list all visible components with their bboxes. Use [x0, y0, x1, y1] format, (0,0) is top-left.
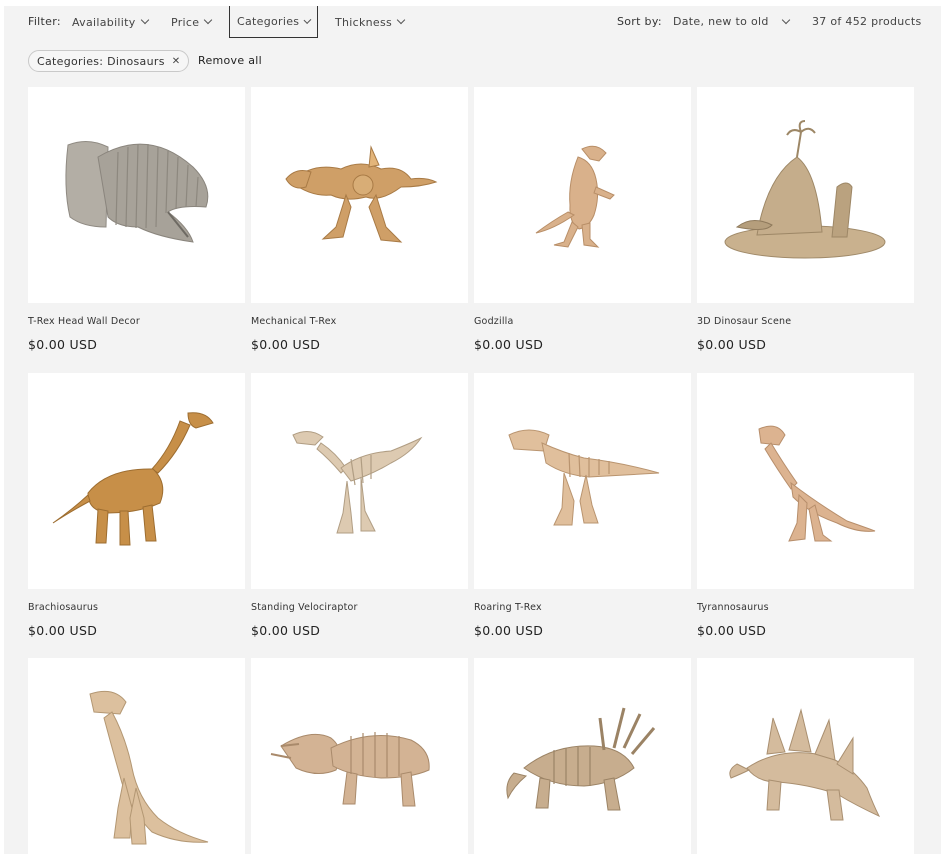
product-card[interactable]: Tyrannosaurus $0.00 USD: [697, 373, 914, 638]
product-price: $0.00 USD: [697, 623, 767, 638]
active-facet-label: Categories: Dinosaurs: [37, 54, 165, 68]
chevron-down-icon: [396, 15, 406, 25]
chevron-down-icon: [204, 15, 213, 25]
velociraptor-skeleton-image: [292, 431, 423, 534]
filter-availability-label: Availability: [72, 15, 136, 29]
product-title[interactable]: Mechanical T-Rex: [251, 316, 337, 327]
remove-all-link[interactable]: Remove all: [198, 54, 262, 67]
collection-page: Filter: Availability Price Categories Th…: [4, 6, 941, 854]
filter-price-button[interactable]: Price: [171, 6, 213, 38]
product-card[interactable]: Mechanical T-Rex $0.00 USD: [251, 87, 468, 352]
product-image[interactable]: [697, 373, 914, 589]
chevron-down-icon: [781, 15, 791, 25]
stegosaurus-skeleton-image: [729, 708, 881, 821]
product-image[interactable]: [28, 658, 245, 854]
filter-categories-button[interactable]: Categories: [229, 6, 318, 38]
sort-label: Sort by:: [617, 15, 662, 28]
product-image[interactable]: [697, 87, 914, 303]
chevron-down-icon: [140, 15, 149, 25]
product-price: $0.00 USD: [697, 337, 767, 352]
product-card[interactable]: [28, 658, 245, 854]
filter-price-label: Price: [171, 15, 200, 29]
filter-thickness-button[interactable]: Thickness: [335, 6, 406, 38]
product-price: $0.00 USD: [28, 337, 98, 352]
product-card[interactable]: 3D Dinosaur Scene $0.00 USD: [697, 87, 914, 352]
filter-availability-button[interactable]: Availability: [72, 6, 149, 38]
product-price: $0.00 USD: [474, 337, 544, 352]
mechanical-trex-image: [285, 145, 438, 243]
active-facet-pill[interactable]: Categories: Dinosaurs ✕: [28, 50, 190, 72]
triceratops-skeleton-image: [270, 732, 430, 807]
sort-select[interactable]: Date, new to old: [673, 15, 791, 28]
tyrannosaurus-skeleton-image: [758, 425, 876, 542]
product-image[interactable]: [474, 87, 691, 303]
product-card[interactable]: [474, 658, 691, 854]
product-image[interactable]: [251, 87, 468, 303]
product-card[interactable]: T-Rex Head Wall Decor $0.00 USD: [28, 87, 245, 352]
product-title[interactable]: T-Rex Head Wall Decor: [28, 316, 140, 327]
godzilla-image: [535, 145, 615, 248]
product-title[interactable]: Godzilla: [474, 316, 514, 327]
product-image[interactable]: [28, 87, 245, 303]
product-price: $0.00 USD: [251, 623, 321, 638]
filter-label: Filter:: [28, 15, 61, 28]
brachiosaurus-image: [52, 412, 214, 546]
upright-trex-skeleton-image: [89, 690, 209, 845]
product-price: $0.00 USD: [28, 623, 98, 638]
product-count: 37 of 452 products: [812, 15, 922, 28]
filter-categories-label: Categories: [237, 15, 300, 28]
product-title[interactable]: Brachiosaurus: [28, 602, 98, 613]
product-image[interactable]: [251, 658, 468, 854]
trex-head-wall-mount-image: [65, 141, 209, 243]
product-image[interactable]: [474, 658, 691, 854]
product-card[interactable]: Godzilla $0.00 USD: [474, 87, 691, 352]
close-icon[interactable]: ✕: [172, 56, 181, 67]
product-card[interactable]: [251, 658, 468, 854]
product-image[interactable]: [697, 658, 914, 854]
product-image[interactable]: [474, 373, 691, 589]
product-title[interactable]: Tyrannosaurus: [697, 602, 769, 613]
product-title[interactable]: 3D Dinosaur Scene: [697, 316, 791, 327]
product-card[interactable]: [697, 658, 914, 854]
chevron-down-icon: [303, 15, 312, 24]
product-title[interactable]: Roaring T-Rex: [474, 602, 542, 613]
filter-bar: Filter: Availability Price Categories Th…: [4, 6, 941, 40]
product-price: $0.00 USD: [474, 623, 544, 638]
product-image[interactable]: [251, 373, 468, 589]
product-price: $0.00 USD: [251, 337, 321, 352]
trex-skeleton-image: [508, 429, 660, 526]
product-title[interactable]: Standing Velociraptor: [251, 602, 358, 613]
styracosaurus-skeleton-image: [506, 707, 656, 811]
dinosaur-scene-image: [724, 120, 886, 259]
product-card[interactable]: Brachiosaurus $0.00 USD: [28, 373, 245, 638]
filter-thickness-label: Thickness: [335, 15, 393, 29]
product-image[interactable]: [28, 373, 245, 589]
product-card[interactable]: Standing Velociraptor $0.00 USD: [251, 373, 468, 638]
sort-value: Date, new to old: [673, 15, 769, 28]
product-card[interactable]: Roaring T-Rex $0.00 USD: [474, 373, 691, 638]
